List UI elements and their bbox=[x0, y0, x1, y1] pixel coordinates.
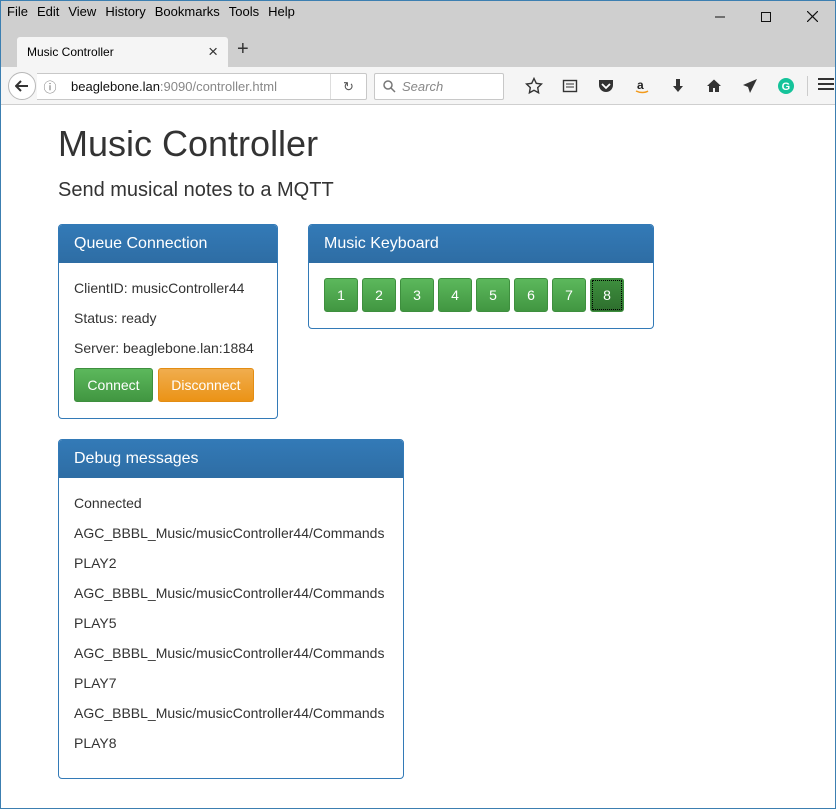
search-placeholder: Search bbox=[402, 79, 444, 94]
nav-bar: ⓘ beaglebone.lan:9090/controller.html ↻ … bbox=[1, 67, 835, 105]
queue-panel-body: ClientID: musicController44 Status: read… bbox=[59, 263, 277, 417]
menu-view[interactable]: View bbox=[68, 4, 96, 19]
reading-list-icon[interactable] bbox=[552, 76, 588, 96]
bookmark-star-icon[interactable] bbox=[516, 76, 552, 96]
tab-close-icon[interactable]: × bbox=[208, 42, 218, 62]
status-text: Status: ready bbox=[74, 310, 157, 326]
menu-bookmarks[interactable]: Bookmarks bbox=[155, 4, 220, 19]
queue-connection-panel: Queue Connection ClientID: musicControll… bbox=[58, 224, 278, 419]
info-icon[interactable]: ⓘ bbox=[37, 77, 63, 96]
server-text: Server: beaglebone.lan:1884 bbox=[74, 340, 254, 356]
menu-tools[interactable]: Tools bbox=[229, 4, 259, 19]
menu-history[interactable]: History bbox=[105, 4, 145, 19]
url-bar[interactable]: ⓘ beaglebone.lan:9090/controller.html ↻ bbox=[37, 73, 367, 100]
amazon-icon[interactable]: a bbox=[624, 76, 660, 96]
page-subtitle: Send musical notes to a MQTT bbox=[58, 179, 334, 201]
close-icon bbox=[806, 11, 818, 22]
title-bar: File Edit View History Bookmarks Tools H… bbox=[1, 1, 835, 33]
download-icon[interactable] bbox=[660, 76, 696, 96]
tab-music-controller[interactable]: Music Controller × bbox=[17, 37, 228, 67]
search-icon bbox=[383, 80, 396, 93]
hamburger-menu-icon[interactable] bbox=[807, 76, 834, 96]
note-key-1[interactable]: 1 bbox=[324, 278, 358, 312]
note-key-7[interactable]: 7 bbox=[552, 278, 586, 312]
debug-messages-panel: Debug messages Connected AGC_BBBL_Music/… bbox=[58, 439, 404, 779]
browser-window: File Edit View History Bookmarks Tools H… bbox=[0, 0, 836, 809]
pocket-icon[interactable] bbox=[588, 76, 624, 96]
toolbar-icons: a G bbox=[516, 76, 804, 96]
keyboard-panel-heading: Music Keyboard bbox=[309, 225, 653, 263]
debug-message: AGC_BBBL_Music/musicController44/Command… bbox=[74, 705, 385, 721]
maximize-button[interactable] bbox=[743, 1, 789, 32]
debug-message: AGC_BBBL_Music/musicController44/Command… bbox=[74, 525, 385, 541]
reload-icon[interactable]: ↻ bbox=[330, 74, 366, 99]
client-id-text: ClientID: musicController44 bbox=[74, 280, 245, 296]
back-arrow-icon bbox=[15, 80, 28, 92]
url-path: :9090/controller.html bbox=[159, 79, 277, 94]
note-key-6[interactable]: 6 bbox=[514, 278, 548, 312]
note-key-3[interactable]: 3 bbox=[400, 278, 434, 312]
debug-message: PLAY8 bbox=[74, 735, 117, 751]
svg-text:a: a bbox=[637, 78, 644, 92]
keyboard-panel-body: 12345678 bbox=[309, 263, 653, 327]
disconnect-button[interactable]: Disconnect bbox=[157, 368, 254, 402]
menu-file[interactable]: File bbox=[7, 4, 28, 19]
debug-panel-heading: Debug messages bbox=[59, 440, 403, 478]
back-button[interactable] bbox=[8, 72, 36, 100]
home-icon[interactable] bbox=[696, 76, 732, 96]
new-tab-button[interactable]: + bbox=[237, 38, 249, 61]
connect-button[interactable]: Connect bbox=[74, 368, 153, 402]
debug-message: PLAY7 bbox=[74, 675, 117, 691]
window-controls bbox=[697, 1, 835, 32]
page-content: Music Controller Send musical notes to a… bbox=[1, 105, 835, 808]
tab-title: Music Controller bbox=[27, 45, 114, 59]
note-key-5[interactable]: 5 bbox=[476, 278, 510, 312]
debug-message: AGC_BBBL_Music/musicController44/Command… bbox=[74, 585, 385, 601]
debug-panel-body: Connected AGC_BBBL_Music/musicController… bbox=[59, 478, 403, 778]
music-keyboard-panel: Music Keyboard 12345678 bbox=[308, 224, 654, 329]
minimize-button[interactable] bbox=[697, 1, 743, 32]
page-title: Music Controller bbox=[58, 123, 319, 164]
note-key-8[interactable]: 8 bbox=[590, 278, 624, 312]
search-input[interactable]: Search bbox=[374, 73, 504, 100]
svg-text:G: G bbox=[782, 81, 791, 93]
debug-message: PLAY2 bbox=[74, 555, 117, 571]
menu-edit[interactable]: Edit bbox=[37, 4, 59, 19]
tab-strip: Music Controller × + bbox=[1, 33, 835, 67]
debug-message: AGC_BBBL_Music/musicController44/Command… bbox=[74, 645, 385, 661]
minimize-icon bbox=[715, 16, 725, 17]
queue-panel-heading: Queue Connection bbox=[59, 225, 277, 263]
menu-bar: File Edit View History Bookmarks Tools H… bbox=[7, 4, 304, 19]
note-key-2[interactable]: 2 bbox=[362, 278, 396, 312]
grammarly-icon[interactable]: G bbox=[768, 76, 804, 96]
maximize-icon bbox=[761, 11, 771, 22]
send-icon[interactable] bbox=[732, 76, 768, 96]
debug-message: PLAY5 bbox=[74, 615, 117, 631]
debug-message: Connected bbox=[74, 495, 142, 511]
close-window-button[interactable] bbox=[789, 1, 835, 32]
url-host: beaglebone.lan bbox=[71, 79, 160, 94]
note-key-4[interactable]: 4 bbox=[438, 278, 472, 312]
menu-help[interactable]: Help bbox=[268, 4, 295, 19]
